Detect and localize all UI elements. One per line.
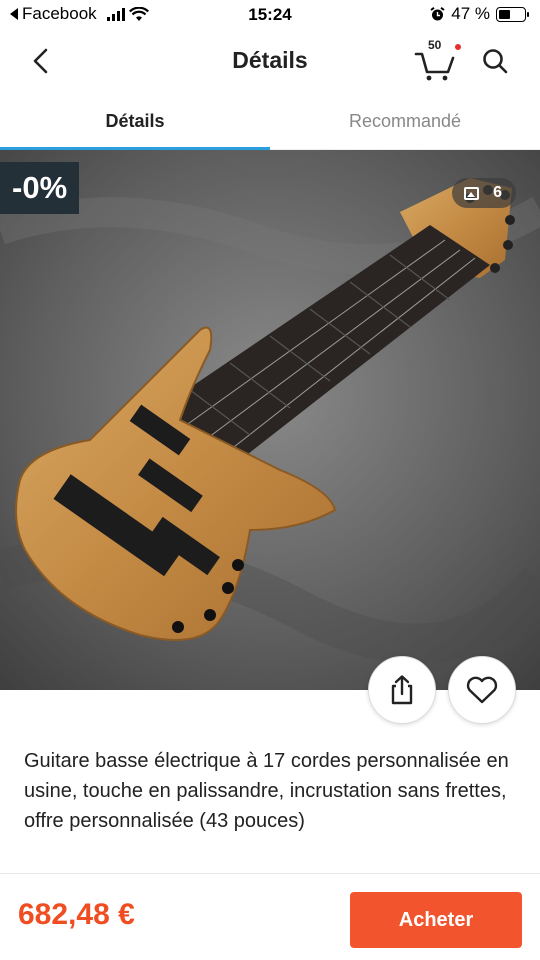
cart-icon bbox=[414, 52, 455, 81]
battery-icon bbox=[496, 6, 529, 22]
search-icon[interactable] bbox=[480, 46, 510, 76]
product-image[interactable]: -0% 6 bbox=[0, 150, 540, 690]
back-chevron-icon[interactable] bbox=[26, 46, 56, 76]
bottom-action-bar: 682,48 € Acheter bbox=[0, 873, 540, 960]
heart-icon bbox=[466, 676, 498, 704]
tab-bar: Détails Recommandé bbox=[0, 92, 540, 150]
guitar-illustration bbox=[0, 150, 540, 690]
image-count-value: 6 bbox=[493, 184, 502, 201]
image-count-badge: 6 bbox=[452, 178, 516, 208]
product-title: Guitare basse électrique à 17 cordes per… bbox=[24, 750, 509, 832]
buy-button[interactable]: Acheter bbox=[350, 892, 522, 948]
product-price: 682,48 € bbox=[18, 898, 135, 931]
image-gallery-icon bbox=[464, 186, 480, 200]
battery-percent: 47 % bbox=[451, 4, 490, 23]
cart-button[interactable]: 50 bbox=[412, 38, 461, 82]
navigation-bar: Détails 50 bbox=[0, 30, 540, 92]
discount-badge: -0% bbox=[0, 162, 80, 214]
tab-details[interactable]: Détails bbox=[0, 92, 270, 150]
share-icon bbox=[391, 675, 413, 705]
status-bar: Facebook 15:24 47 % bbox=[0, 0, 540, 30]
share-button[interactable] bbox=[368, 656, 436, 724]
favorite-button[interactable] bbox=[448, 656, 516, 724]
tab-recommended[interactable]: Recommandé bbox=[270, 92, 540, 150]
alarm-icon bbox=[430, 6, 445, 20]
